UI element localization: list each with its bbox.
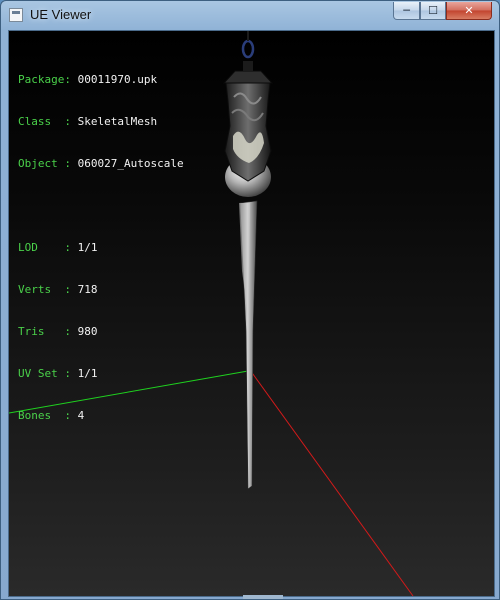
mesh-info-overlay: Package: 00011970.upk Class : SkeletalMe…	[18, 45, 184, 451]
object-value: 060027_Autoscale	[77, 157, 184, 170]
axis-x-line	[249, 369, 414, 596]
uvset-value: 1/1	[77, 367, 98, 380]
app-icon[interactable]	[9, 8, 23, 22]
resize-grip[interactable]	[243, 595, 283, 599]
staff-ring	[241, 39, 255, 59]
staff-cap	[222, 70, 274, 84]
info-row-bones: Bones : 4	[18, 409, 184, 423]
info-row-uvset: UV Set : 1/1	[18, 367, 184, 381]
lod-value: 1/1	[77, 241, 98, 254]
verts-label: Verts :	[18, 283, 71, 296]
info-row-class: Class : SkeletalMesh	[18, 115, 184, 129]
title-bar[interactable]: UE Viewer ─ ☐ ✕	[1, 1, 499, 29]
minimize-button[interactable]: ─	[393, 2, 420, 20]
staff-head-cage	[224, 82, 272, 182]
app-window: UE Viewer ─ ☐ ✕ Package: 00011970.upk Cl…	[0, 0, 500, 600]
uvset-label: UV Set :	[18, 367, 71, 380]
bones-value: 4	[77, 409, 85, 422]
class-value: SkeletalMesh	[77, 115, 158, 128]
info-row-lod: LOD : 1/1	[18, 241, 184, 255]
tris-value: 980	[77, 325, 98, 338]
maximize-button[interactable]: ☐	[420, 2, 446, 20]
lod-label: LOD :	[18, 241, 71, 254]
close-button[interactable]: ✕	[446, 2, 492, 20]
verts-value: 718	[77, 283, 98, 296]
render-viewport[interactable]: Package: 00011970.upk Class : SkeletalMe…	[8, 30, 495, 597]
tris-label: Tris :	[18, 325, 71, 338]
staff-cap-top	[243, 61, 253, 72]
window-title: UE Viewer	[30, 7, 92, 22]
info-row-verts: Verts : 718	[18, 283, 184, 297]
package-label: Package:	[18, 73, 71, 86]
package-value: 00011970.upk	[77, 73, 158, 86]
info-row-object: Object : 060027_Autoscale	[18, 157, 184, 171]
class-label: Class :	[18, 115, 71, 128]
bones-label: Bones :	[18, 409, 71, 422]
info-row-package: Package: 00011970.upk	[18, 73, 184, 87]
info-row-tris: Tris : 980	[18, 325, 184, 339]
object-label: Object :	[18, 157, 71, 170]
